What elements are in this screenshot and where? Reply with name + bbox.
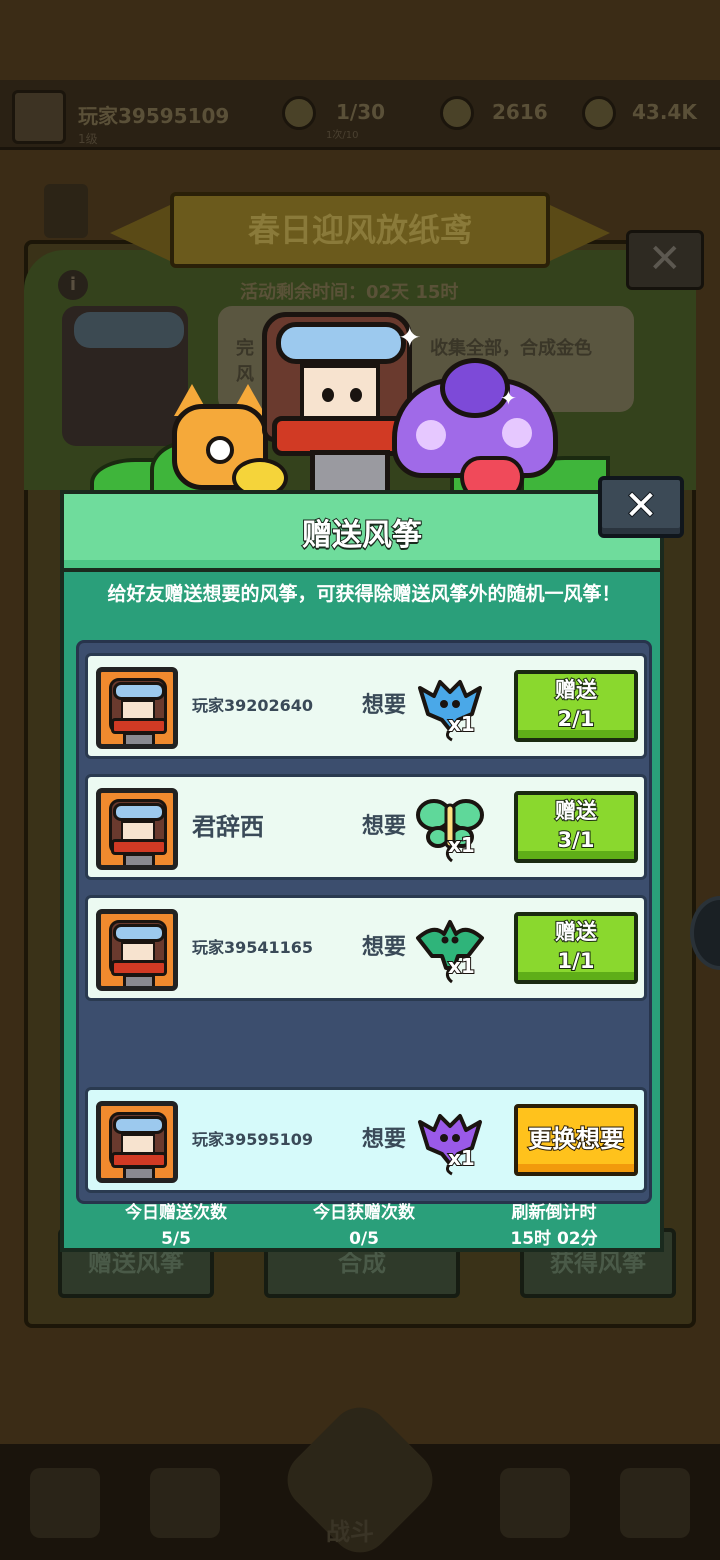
gift-count-stat: 今日赠送次数 5/5 (86, 1200, 266, 1252)
close-icon: ✕ (623, 483, 659, 529)
event-title: 春日迎风放纸鸢 (170, 192, 550, 268)
gift-count-label: 今日赠送次数 (125, 1203, 227, 1223)
energy-sub: 1次/10 (326, 130, 359, 141)
give-button[interactable]: 赠送 1/1 (514, 912, 638, 984)
give-button[interactable]: 赠送 3/1 (514, 791, 638, 863)
player-name: 玩家39595109 (78, 104, 230, 128)
banner-ribbon-left (110, 205, 170, 261)
background-hero-visor (74, 312, 184, 348)
self-row: 玩家39595109 想要 x1 更换想要 (85, 1087, 647, 1193)
friend-name: 君辞西 (192, 813, 264, 841)
refresh-countdown-value: 15时 02分 (510, 1229, 598, 1249)
nav-shop-icon[interactable] (30, 1468, 100, 1538)
gift-kite-dialog: 赠送风筝 ✕ 给好友赠送想要的风筝，可获得除赠送风筝外的随机一风筝！ 玩家392… (60, 476, 684, 1252)
energy-stat: 1/30 (336, 100, 386, 124)
friend-name: 玩家39541165 (192, 938, 314, 957)
banner-ribbon-right (550, 205, 610, 261)
want-label: 想要 (362, 935, 407, 960)
nav-battle-label: 战斗 (326, 1518, 374, 1546)
dialog-close-button[interactable]: ✕ (598, 476, 684, 538)
bubble-text-2: 收集全部，合成金色 (430, 338, 592, 359)
give-button[interactable]: 赠送 2/1 (514, 670, 638, 742)
gem-stat: 2616 (492, 100, 548, 124)
sparkle-icon: ✦ (500, 386, 517, 410)
friend-row: 君辞西 想要 x1 赠送 3/1 (85, 774, 647, 880)
give-button-count: 1/1 (557, 948, 596, 974)
kite-quantity: x1 (447, 953, 476, 979)
received-count-label: 今日获赠次数 (313, 1203, 415, 1223)
give-button-label: 赠送 (554, 677, 598, 703)
nav-event-icon[interactable] (620, 1468, 690, 1538)
kite-quantity: x1 (447, 711, 476, 737)
received-count-stat: 今日获赠次数 0/5 (274, 1200, 454, 1252)
sparkle-icon: ✦ (398, 321, 422, 354)
kite-quantity: x1 (447, 832, 476, 858)
player-avatar (12, 90, 66, 144)
give-button-count: 3/1 (557, 827, 596, 853)
bubble-text-3: 风 (236, 364, 254, 385)
nav-inventory-icon[interactable] (150, 1468, 220, 1538)
coin-stat: 43.4K (632, 100, 697, 124)
self-name: 玩家39595109 (192, 1130, 314, 1149)
change-wish-button[interactable]: 更换想要 (514, 1104, 638, 1176)
gem-icon (440, 96, 474, 130)
received-count-value: 0/5 (349, 1229, 379, 1249)
kite-quantity: x1 (447, 1145, 476, 1171)
daily-stats: 今日赠送次数 5/5 今日获赠次数 0/5 刷新倒计时 15时 02分 (64, 1200, 660, 1252)
want-label: 想要 (362, 693, 407, 718)
close-icon: ✕ (648, 236, 682, 282)
refresh-countdown-stat: 刷新倒计时 15时 02分 (464, 1200, 644, 1252)
event-timer: 活动剩余时间：02天 15时 (240, 282, 459, 303)
avatar[interactable] (96, 788, 178, 870)
nav-talent-icon[interactable] (500, 1468, 570, 1538)
bubble-text-1: 完 (236, 338, 254, 359)
dialog-description: 给好友赠送想要的风筝，可获得除赠送风筝外的随机一风筝！ (107, 583, 621, 605)
menu-icon[interactable] (44, 184, 88, 238)
friend-row: 玩家39202640 想要 x1 赠送 2/1 (85, 653, 647, 759)
avatar[interactable] (96, 909, 178, 991)
dialog-header: 赠送风筝 (60, 490, 664, 570)
friend-row: 玩家39541165 想要 x1 赠送 1/1 (85, 895, 647, 1001)
energy-icon (282, 96, 316, 130)
avatar[interactable] (96, 1101, 178, 1183)
friend-name: 玩家39202640 (192, 696, 314, 715)
dialog-title: 赠送风筝 (301, 517, 423, 554)
want-label: 想要 (362, 814, 407, 839)
give-button-count: 2/1 (557, 706, 596, 732)
want-label: 想要 (362, 1127, 407, 1152)
gift-count-value: 5/5 (161, 1229, 191, 1249)
player-level: 1级 (78, 132, 98, 146)
give-button-label: 赠送 (554, 919, 598, 945)
dialog-body: 给好友赠送想要的风筝，可获得除赠送风筝外的随机一风筝！ 玩家39202640 想… (60, 568, 664, 1252)
avatar[interactable] (96, 667, 178, 749)
refresh-countdown-label: 刷新倒计时 (511, 1203, 597, 1223)
info-icon[interactable]: i (58, 270, 88, 300)
friend-list: 玩家39202640 想要 x1 赠送 2/1 君辞西 想要 x1 赠送 3/1… (76, 640, 652, 1204)
give-button-label: 赠送 (554, 798, 598, 824)
coin-icon (582, 96, 616, 130)
